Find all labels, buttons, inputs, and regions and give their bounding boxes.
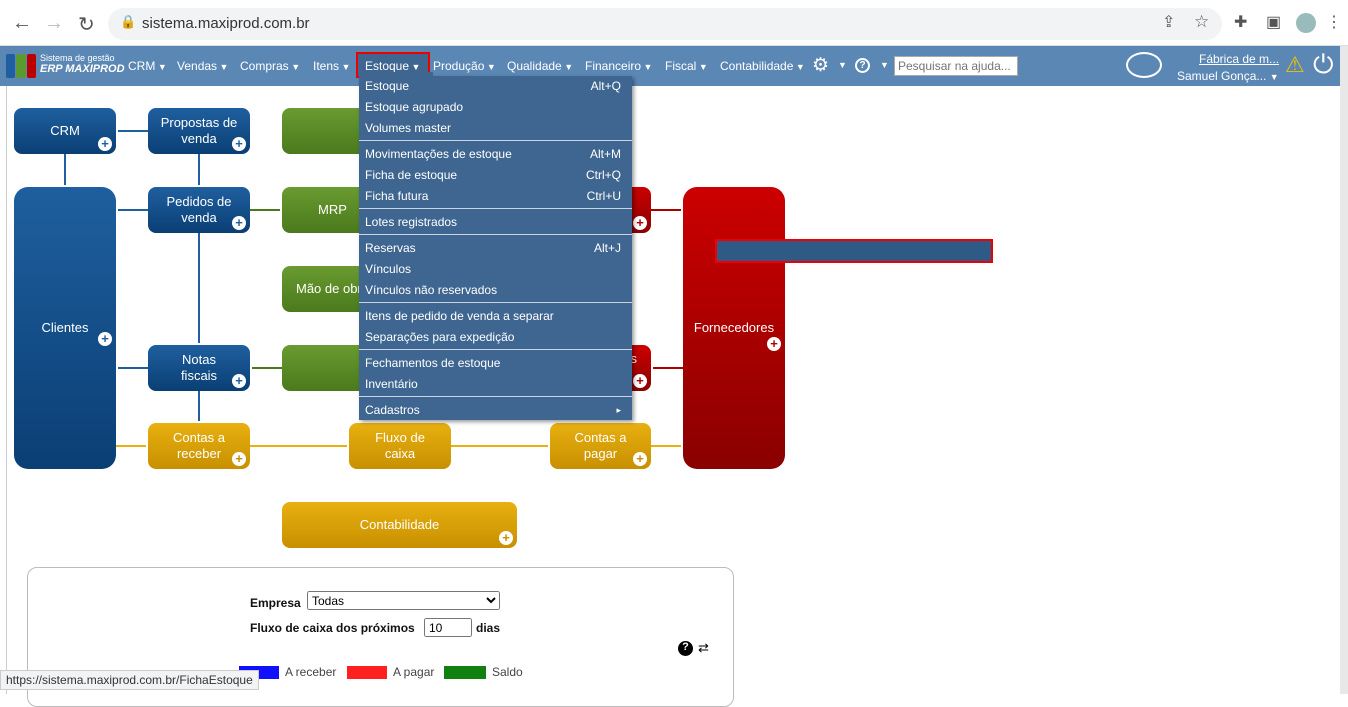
menu-ficha-estoque[interactable]: Ficha de estoque Ctrl+Q (359, 165, 632, 185)
refresh-icon[interactable]: ⇄ (698, 640, 709, 656)
label: Clientes (41, 320, 89, 335)
menu-estoque[interactable]: Estoque Alt+Q (359, 76, 632, 96)
flow-contas-pagar[interactable]: Contas a pagar + (550, 423, 651, 469)
flow-notas[interactable]: Notas fiscais + (148, 345, 250, 391)
selected-highlight (715, 239, 993, 263)
legend-saldo: Saldo (492, 665, 523, 679)
add-icon[interactable]: + (232, 137, 246, 151)
dias-input[interactable] (424, 618, 472, 637)
label: CRM (50, 123, 80, 138)
flow-pedidos[interactable]: Pedidos de venda + (148, 187, 250, 233)
add-icon[interactable]: + (232, 216, 246, 230)
legend-receber: A receber (285, 665, 337, 679)
add-icon[interactable]: + (633, 452, 647, 466)
empresa-label: Empresa (250, 596, 301, 610)
menu-itens-separar[interactable]: Itens de pedido de venda a separar (359, 306, 632, 326)
add-icon[interactable]: + (232, 452, 246, 466)
fluxo-label: Fluxo de caixa dos próximos (250, 621, 415, 635)
dias-label: dias (476, 621, 501, 635)
help-icon[interactable]: ? (678, 641, 693, 656)
legend-swatch-saldo (444, 666, 486, 679)
divider (359, 208, 632, 209)
flow-clientes[interactable]: Clientes + (14, 187, 116, 469)
menu-inventario[interactable]: Inventário (359, 374, 632, 394)
status-bar: https://sistema.maxiprod.com.br/FichaEst… (0, 670, 259, 690)
flow-fluxo-caixa[interactable]: Fluxo de caixa (349, 423, 451, 469)
menu-volumes-master[interactable]: Volumes master (359, 118, 632, 138)
label: Contabilidade (359, 517, 440, 532)
estoque-dropdown-menu: Estoque Alt+Q Estoque agrupado Volumes ma… (359, 76, 993, 420)
menu-ficha-futura[interactable]: Ficha futura Ctrl+U (359, 186, 632, 206)
menu-cadastros[interactable]: Cadastros ▸ (359, 400, 632, 420)
label: Fluxo de caixa (375, 430, 425, 461)
add-icon[interactable]: + (232, 374, 246, 388)
menu-separacoes[interactable]: Separações para expedição (359, 327, 632, 347)
menu-movimentacoes[interactable]: Movimentações de estoque Alt+M (359, 144, 632, 164)
divider (359, 349, 632, 350)
menu-tab-joint (359, 72, 433, 78)
add-icon[interactable]: + (767, 337, 781, 351)
label: MRP (318, 202, 347, 217)
chevron-right-icon: ▸ (616, 405, 621, 415)
divider (359, 234, 632, 235)
divider (359, 302, 632, 303)
divider (359, 140, 632, 141)
add-icon[interactable]: + (499, 531, 513, 545)
menu-vinculos[interactable]: Vínculos (359, 259, 632, 279)
legend-pagar: A pagar (393, 665, 435, 679)
menu-fechamentos[interactable]: Fechamentos de estoque (359, 353, 632, 373)
add-icon[interactable]: + (633, 216, 647, 230)
divider (359, 396, 632, 397)
menu-reservas[interactable]: Reservas Alt+J (359, 238, 632, 258)
flow-contas-receber[interactable]: Contas a receber + (148, 423, 250, 469)
flow-propostas[interactable]: Propostas de venda + (148, 108, 250, 154)
flow-fornecedores[interactable]: Fornecedores + (683, 187, 785, 469)
empresa-select[interactable]: Todas (307, 591, 500, 610)
add-icon[interactable]: + (633, 374, 647, 388)
flow-contabilidade[interactable]: Contabilidade + (282, 502, 517, 548)
menu-lotes[interactable]: Lotes registrados (359, 212, 632, 232)
menu-estoque-agrupado[interactable]: Estoque agrupado (359, 97, 632, 117)
menu-vinculos-nao-reservados[interactable]: Vínculos não reservados (359, 280, 632, 300)
legend-swatch-pagar (347, 666, 387, 679)
add-icon[interactable]: + (98, 332, 112, 346)
label: Fornecedores (693, 320, 775, 335)
flow-crm[interactable]: CRM + (14, 108, 116, 154)
add-icon[interactable]: + (98, 137, 112, 151)
